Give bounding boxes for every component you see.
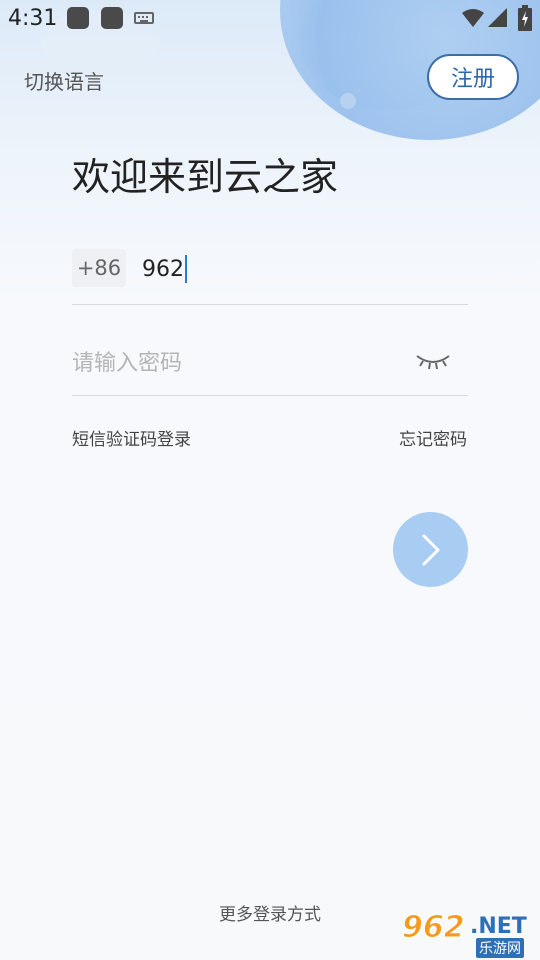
eye-closed-icon[interactable] <box>414 350 452 372</box>
page-title: 欢迎来到云之家 <box>72 155 339 199</box>
notification-icon <box>67 7 89 29</box>
sms-login-link[interactable]: 短信验证码登录 <box>72 425 191 450</box>
forgot-password-link[interactable]: 忘记密码 <box>399 425 467 450</box>
watermark-number: 962 <box>402 910 466 946</box>
decorative-dot <box>340 93 356 109</box>
phone-number-input[interactable]: 962 <box>142 252 442 286</box>
header-background <box>0 0 540 960</box>
chevron-right-icon <box>422 534 439 565</box>
divider <box>72 395 468 396</box>
divider <box>72 304 468 305</box>
text-caret <box>185 255 187 283</box>
country-code-selector[interactable]: +86 <box>72 249 126 287</box>
status-time: 4:31 <box>8 6 58 31</box>
watermark-suffix: .NET <box>470 914 527 939</box>
battery-icon <box>518 5 532 31</box>
notification-icon <box>101 7 123 29</box>
switch-language-link[interactable]: 切换语言 <box>24 66 104 95</box>
watermark-cn: 乐游网 <box>476 938 524 958</box>
register-button[interactable]: 注册 <box>427 54 519 100</box>
keyboard-icon <box>134 12 154 24</box>
status-bar: 4:31 <box>0 0 540 36</box>
password-input[interactable]: 请输入密码 <box>72 345 182 377</box>
next-button[interactable] <box>393 512 468 587</box>
phone-number-value: 962 <box>142 256 184 282</box>
site-watermark: 962 .NET 乐游网 <box>400 910 536 958</box>
wifi-icon <box>462 9 484 27</box>
signal-icon <box>488 8 507 27</box>
